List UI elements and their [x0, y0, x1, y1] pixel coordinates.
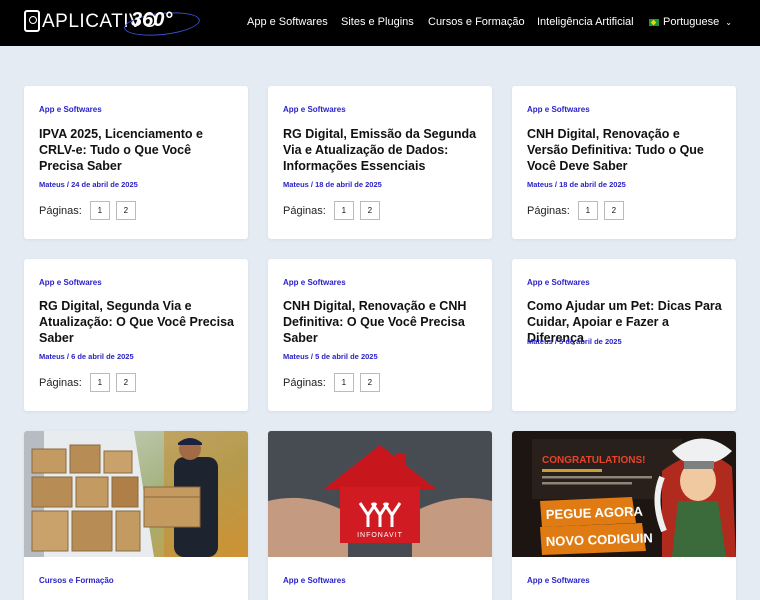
post-card[interactable]: CONGRATULATIONS! PEGUE AGORA NOVO CODIGU…: [512, 431, 736, 600]
page-button-2[interactable]: 2: [359, 373, 380, 392]
post-title[interactable]: CNH Digital, Renovação e CNH Definitiva:…: [283, 298, 478, 346]
page-button-1[interactable]: 1: [333, 373, 354, 392]
brazil-flag-icon: [649, 18, 659, 26]
post-card[interactable]: App e Softwares Como Ajudar um Pet: Dica…: [512, 259, 736, 411]
post-card[interactable]: App e Softwares CNH Digital, Renovação e…: [512, 86, 736, 239]
site-logo[interactable]: APLICATIVO 360°: [24, 9, 201, 39]
pagination: Páginas: 1 2: [527, 201, 630, 220]
post-category[interactable]: App e Softwares: [283, 576, 346, 585]
pagination: Páginas: 1 2: [39, 201, 142, 220]
nav-item-cursos-formacao[interactable]: Cursos e Formação: [428, 16, 525, 28]
chevron-down-icon: ⌄: [725, 18, 732, 27]
post-card[interactable]: App e Softwares RG Digital, Emissão da S…: [268, 86, 492, 239]
post-category[interactable]: App e Softwares: [39, 105, 102, 114]
post-meta: Mateus / 18 de abril de 2025: [527, 180, 626, 189]
page-button-2[interactable]: 2: [359, 201, 380, 220]
pagination: Páginas: 1 2: [39, 373, 142, 392]
pagination-label: Páginas:: [39, 376, 82, 389]
post-title[interactable]: RG Digital, Emissão da Segunda Via e Atu…: [283, 126, 478, 174]
post-meta: Mateus / 24 de abril de 2025: [39, 180, 138, 189]
post-thumbnail-codiguin[interactable]: CONGRATULATIONS! PEGUE AGORA NOVO CODIGU…: [512, 431, 736, 557]
post-card[interactable]: INFONAVIT App e Softwares: [268, 431, 492, 600]
post-meta: Mateus / 18 de abril de 2025: [283, 180, 382, 189]
page-button-2[interactable]: 2: [115, 373, 136, 392]
post-category[interactable]: App e Softwares: [527, 576, 590, 585]
language-selector[interactable]: Portuguese ⌄: [649, 16, 732, 28]
page-button-2[interactable]: 2: [603, 201, 624, 220]
pagination-label: Páginas:: [283, 204, 326, 217]
post-card[interactable]: Cursos e Formação: [24, 431, 248, 600]
post-category[interactable]: Cursos e Formação: [39, 576, 114, 585]
top-navigation-bar: APLICATIVO 360° App e Softwares Sites e …: [0, 0, 760, 46]
pagination-label: Páginas:: [283, 376, 326, 389]
pagination-label: Páginas:: [527, 204, 570, 217]
post-title[interactable]: IPVA 2025, Licenciamento e CRLV-e: Tudo …: [39, 126, 234, 174]
language-label: Portuguese: [663, 16, 720, 28]
post-thumbnail-delivery[interactable]: [24, 431, 248, 557]
post-thumbnail-house[interactable]: INFONAVIT: [268, 431, 492, 557]
post-card[interactable]: App e Softwares IPVA 2025, Licenciamento…: [24, 86, 248, 239]
congratulations-text: CONGRATULATIONS!: [542, 455, 646, 466]
page-button-2[interactable]: 2: [115, 201, 136, 220]
page-button-1[interactable]: 1: [577, 201, 598, 220]
pagination: Páginas: 1 2: [283, 373, 386, 392]
post-meta: Mateus / 5 de abril de 2025: [527, 337, 622, 346]
post-category[interactable]: App e Softwares: [39, 278, 102, 287]
post-category[interactable]: App e Softwares: [283, 105, 346, 114]
nav-item-app-softwares[interactable]: App e Softwares: [247, 16, 328, 28]
post-meta: Mateus / 6 de abril de 2025: [39, 352, 134, 361]
post-card[interactable]: App e Softwares RG Digital, Segunda Via …: [24, 259, 248, 411]
nav-item-inteligencia-artificial[interactable]: Inteligência Artificial: [537, 16, 634, 28]
post-category[interactable]: App e Softwares: [527, 278, 590, 287]
page-button-1[interactable]: 1: [89, 201, 110, 220]
pagination: Páginas: 1 2: [283, 201, 386, 220]
post-category[interactable]: App e Softwares: [283, 278, 346, 287]
page-button-1[interactable]: 1: [333, 201, 354, 220]
pagination-label: Páginas:: [39, 204, 82, 217]
phone-icon: [24, 10, 40, 32]
post-title[interactable]: RG Digital, Segunda Via e Atualização: O…: [39, 298, 234, 346]
infonavit-text: INFONAVIT: [357, 532, 403, 539]
page-button-1[interactable]: 1: [89, 373, 110, 392]
post-category[interactable]: App e Softwares: [527, 105, 590, 114]
logo-number: 360°: [131, 9, 173, 31]
post-meta: Mateus / 5 de abril de 2025: [283, 352, 378, 361]
nav-item-sites-plugins[interactable]: Sites e Plugins: [341, 16, 414, 28]
post-card[interactable]: App e Softwares CNH Digital, Renovação e…: [268, 259, 492, 411]
post-title[interactable]: CNH Digital, Renovação e Versão Definiti…: [527, 126, 722, 174]
